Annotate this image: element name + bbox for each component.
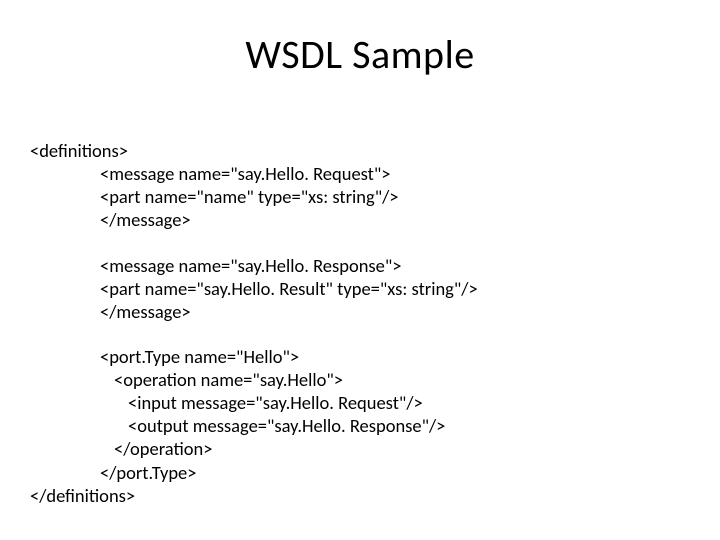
code-line: <port.Type name="Hello"> [100,345,690,368]
code-line: </definitions> [30,484,690,507]
slide-title: WSDL Sample [30,30,690,79]
code-line: </message> [100,208,690,231]
code-line: <part name="name" type="xs: string"/> [100,185,690,208]
blank-line [30,323,690,345]
code-line: <output message="say.Hello. Response"/> [128,414,690,437]
code-line: </operation> [114,437,690,460]
code-line: </port.Type> [100,461,690,484]
blank-line [30,232,690,254]
wsdl-code-block: <definitions> <message name="say.Hello. … [30,139,690,507]
code-line: <input message="say.Hello. Request"/> [128,391,690,414]
code-line: <operation name="say.Hello"> [114,368,690,391]
code-line: <part name="say.Hello. Result" type="xs:… [100,277,690,300]
code-line: <message name="say.Hello. Request"> [100,162,690,185]
slide: WSDL Sample <definitions> <message name=… [0,0,720,540]
code-line: <definitions> [30,139,690,162]
code-line: <message name="say.Hello. Response"> [100,254,690,277]
code-line: </message> [100,300,690,323]
